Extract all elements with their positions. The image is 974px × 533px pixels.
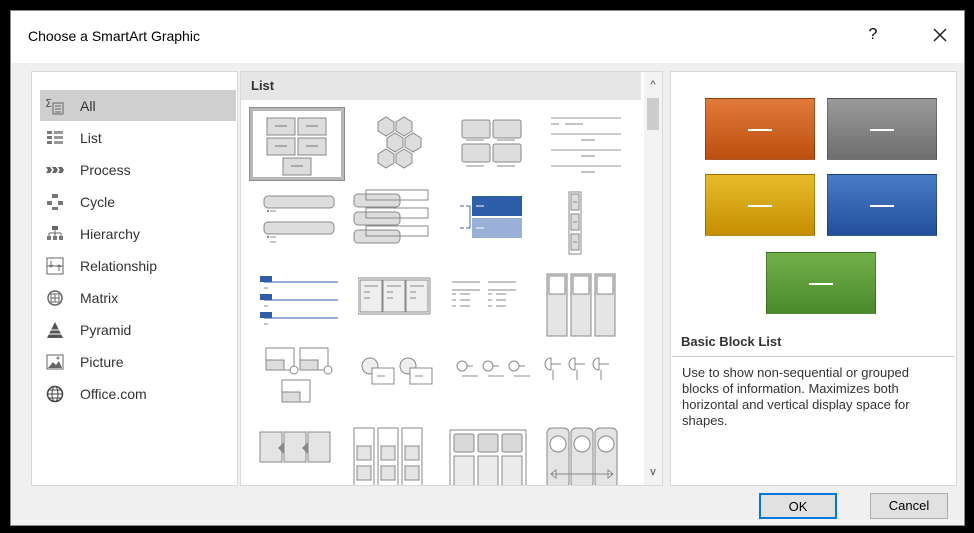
category-label: List bbox=[80, 129, 102, 146]
gallery-scrollbar[interactable]: ^ v bbox=[644, 72, 662, 485]
layout-bullet-accent-process[interactable] bbox=[448, 346, 536, 418]
preview-description: Use to show non-sequential or grouped bl… bbox=[672, 356, 955, 484]
globe-icon bbox=[44, 384, 66, 404]
category-relationship[interactable]: Relationship bbox=[40, 250, 236, 281]
layout-vertical-arrow-list[interactable] bbox=[541, 268, 629, 340]
close-icon bbox=[933, 28, 947, 42]
list-icon bbox=[44, 128, 66, 148]
preview-block-orange bbox=[705, 98, 815, 160]
close-button[interactable] bbox=[928, 23, 952, 47]
layout-vertical-bullet-list[interactable] bbox=[448, 186, 536, 258]
category-label: Matrix bbox=[80, 289, 119, 306]
layout-picture-caption-list[interactable] bbox=[250, 346, 338, 418]
category-hierarchy[interactable]: Hierarchy bbox=[40, 218, 236, 249]
cycle-icon bbox=[44, 192, 66, 212]
layout-circle-arrow-list[interactable] bbox=[541, 422, 629, 485]
layout-chevron-block-list[interactable] bbox=[250, 422, 338, 485]
category-label: Office.com bbox=[80, 385, 147, 402]
dialog-title: Choose a SmartArt Graphic bbox=[28, 28, 200, 44]
svg-text:Σ: Σ bbox=[45, 97, 52, 110]
scroll-up-button[interactable]: ^ bbox=[644, 76, 662, 94]
preview-block-green bbox=[766, 252, 876, 314]
all-icon: Σ bbox=[44, 96, 66, 116]
category-list-item[interactable]: List bbox=[40, 122, 236, 153]
preview-block-gold bbox=[705, 174, 815, 236]
process-icon bbox=[44, 160, 66, 180]
category-label: Hierarchy bbox=[80, 225, 140, 242]
preview-block-gray bbox=[827, 98, 937, 160]
category-picture[interactable]: Picture bbox=[40, 346, 236, 377]
help-button[interactable]: ? bbox=[862, 23, 884, 47]
gallery-header: List bbox=[241, 72, 641, 100]
ok-button[interactable]: OK bbox=[759, 493, 837, 519]
layout-lined-list[interactable] bbox=[541, 110, 629, 182]
category-all[interactable]: Σ All bbox=[40, 90, 236, 121]
picture-icon bbox=[44, 352, 66, 372]
preview-title: Basic Block List bbox=[681, 334, 782, 349]
category-pyramid[interactable]: Pyramid bbox=[40, 314, 236, 345]
matrix-icon bbox=[44, 288, 66, 308]
preview-block-blue bbox=[827, 174, 937, 236]
pyramid-icon bbox=[44, 320, 66, 340]
dialog-footer: OK Cancel bbox=[11, 486, 964, 526]
layout-basic-block-list[interactable] bbox=[249, 107, 345, 181]
layout-circle-accent-list[interactable] bbox=[350, 346, 438, 418]
category-label: Cycle bbox=[80, 193, 116, 210]
title-bar: Choose a SmartArt Graphic ? bbox=[11, 11, 964, 63]
layout-stacked-list[interactable] bbox=[250, 186, 338, 258]
category-cycle[interactable]: Cycle bbox=[40, 186, 236, 217]
dialog-content: Σ All List Process Cycle Hierarchy Relat… bbox=[11, 66, 964, 486]
category-label: All bbox=[80, 97, 96, 114]
layout-horizontal-bullet-list[interactable] bbox=[448, 110, 536, 182]
cancel-button[interactable]: Cancel bbox=[870, 493, 948, 519]
layout-grouped-list[interactable] bbox=[350, 422, 438, 485]
category-label: Relationship bbox=[80, 257, 158, 274]
layout-gallery: List ^ v bbox=[240, 71, 663, 486]
layout-table-list[interactable] bbox=[358, 272, 446, 344]
category-label: Picture bbox=[80, 353, 124, 370]
category-matrix[interactable]: Matrix bbox=[40, 282, 236, 313]
hierarchy-icon bbox=[44, 224, 66, 244]
layout-target-list[interactable] bbox=[250, 268, 338, 340]
layout-vertical-box-list[interactable] bbox=[350, 186, 438, 258]
smartart-dialog: Choose a SmartArt Graphic ? Σ All List P… bbox=[10, 10, 965, 526]
scroll-down-button[interactable]: v bbox=[644, 463, 662, 481]
relationship-icon bbox=[44, 256, 66, 276]
layout-vertical-block-list[interactable] bbox=[541, 186, 629, 258]
preview-panel: Basic Block List Use to show non-sequent… bbox=[670, 71, 957, 486]
layout-horizontal-block-list[interactable] bbox=[446, 422, 534, 485]
category-label: Process bbox=[80, 161, 131, 178]
scroll-thumb[interactable] bbox=[647, 98, 659, 130]
category-label: Pyramid bbox=[80, 321, 132, 338]
layout-pyramid-list[interactable] bbox=[448, 272, 536, 344]
category-office-com[interactable]: Office.com bbox=[40, 378, 236, 409]
layout-hexagon-cluster[interactable] bbox=[358, 110, 446, 182]
layout-half-circle-list[interactable] bbox=[541, 346, 629, 418]
category-process[interactable]: Process bbox=[40, 154, 236, 185]
category-list: Σ All List Process Cycle Hierarchy Relat… bbox=[31, 71, 238, 486]
